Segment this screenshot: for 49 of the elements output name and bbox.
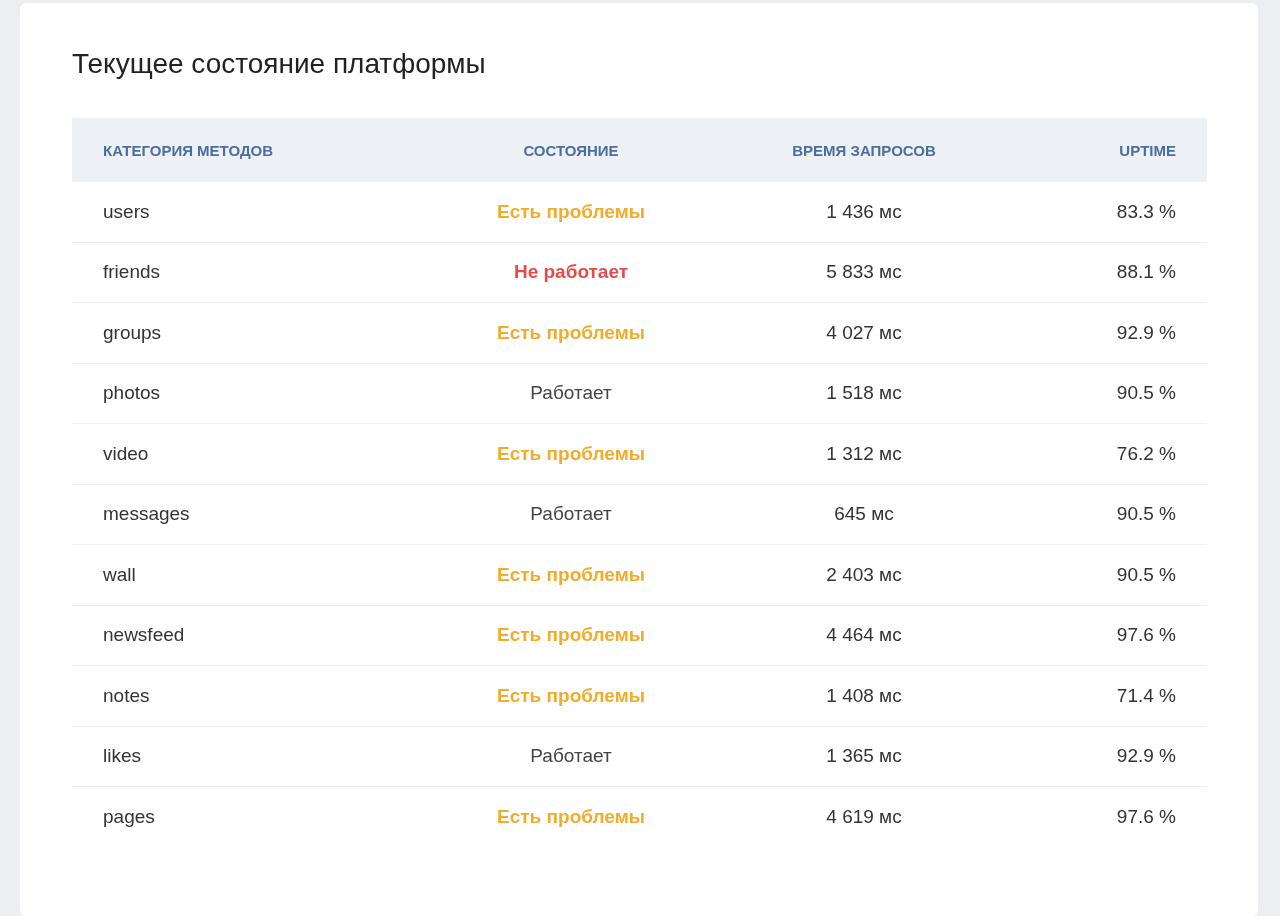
status-cell: Работает [530, 503, 612, 525]
time-cell: 4 619 мс [826, 806, 902, 828]
uptime-cell: 97.6 % [1116, 806, 1176, 828]
category-cell: newsfeed [103, 624, 185, 646]
status-cell: Есть проблемы [497, 442, 645, 464]
status-cell: Есть проблемы [497, 806, 645, 828]
time-cell: 1 365 мс [826, 745, 902, 767]
time-cell: 1 408 мс [826, 684, 902, 706]
time-cell: 1 312 мс [826, 442, 902, 464]
time-cell: 4 027 мс [826, 321, 902, 343]
category-cell: video [103, 442, 149, 464]
time-cell: 5 833 мс [826, 261, 902, 283]
uptime-cell: 88.1 % [1116, 261, 1176, 283]
column-header: КАТЕГОРИЯ МЕТОДОВ [103, 141, 274, 159]
status-cell: Есть проблемы [497, 563, 645, 585]
status-cell: Есть проблемы [497, 684, 645, 706]
status-cell: Есть проблемы [497, 624, 645, 646]
status-cell: Есть проблемы [497, 321, 645, 343]
category-cell: photos [103, 382, 161, 404]
category-cell: wall [103, 563, 136, 585]
uptime-cell: 83.3 % [1116, 200, 1176, 222]
uptime-cell: 92.9 % [1116, 745, 1176, 767]
column-header: СОСТОЯНИЕ [523, 141, 619, 159]
time-cell: 4 464 мс [826, 624, 902, 646]
status-cell: Есть проблемы [497, 200, 645, 222]
uptime-cell: 71.4 % [1116, 684, 1176, 706]
time-cell: 1 436 мс [826, 200, 902, 222]
category-cell: groups [103, 321, 162, 343]
time-cell: 645 мс [834, 503, 894, 525]
uptime-cell: 90.5 % [1116, 563, 1176, 585]
status-cell: Работает [530, 382, 612, 404]
uptime-cell: 90.5 % [1116, 503, 1176, 525]
category-cell: pages [103, 806, 155, 828]
page-title: Текущее состояние платформы [72, 47, 487, 81]
time-cell: 2 403 мс [826, 563, 902, 585]
column-header: ВРЕМЯ ЗАПРОСОВ [792, 141, 936, 159]
category-cell: friends [103, 261, 161, 283]
time-cell: 1 518 мс [826, 382, 902, 404]
category-cell: messages [103, 503, 190, 525]
uptime-cell: 92.9 % [1116, 321, 1176, 343]
category-cell: users [103, 200, 150, 222]
status-cell: Работает [530, 745, 612, 767]
uptime-cell: 97.6 % [1116, 624, 1176, 646]
uptime-cell: 90.5 % [1116, 382, 1176, 404]
uptime-cell: 76.2 % [1116, 442, 1176, 464]
category-cell: notes [103, 684, 150, 706]
status-cell: Не работает [513, 261, 629, 283]
column-header: UPTIME [1119, 141, 1176, 159]
category-cell: likes [103, 745, 141, 767]
